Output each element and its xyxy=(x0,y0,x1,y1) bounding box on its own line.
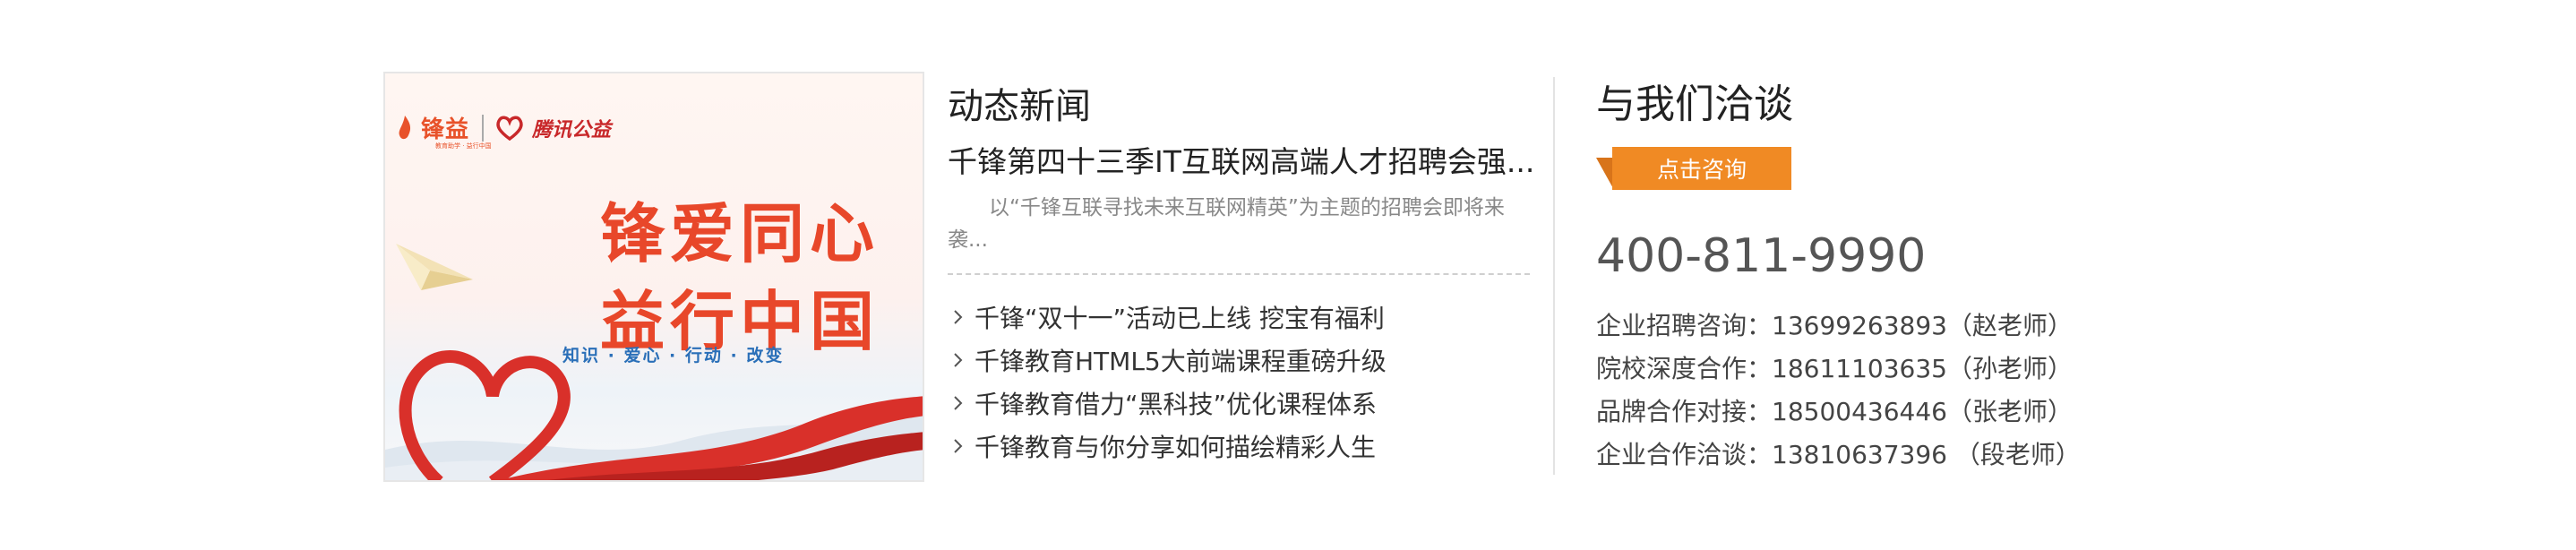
chevron-right-icon xyxy=(954,396,963,410)
news-list-item[interactable]: 千锋教育借力“黑科技”优化课程体系 xyxy=(948,382,1387,425)
hotline-number: 400-811-9990 xyxy=(1596,229,1927,283)
flame-logo-icon xyxy=(399,115,411,139)
chevron-right-icon xyxy=(954,353,963,367)
news-item-label: 千锋教育HTML5大前端课程重磅升级 xyxy=(975,347,1387,376)
charity-banner[interactable]: 锋益 腾讯公益 教育助学 · 益行中国 锋爱同心 益行中国 知识 · 爱心 · … xyxy=(383,72,924,482)
logo-divider xyxy=(482,114,485,142)
news-item-label: 千锋“双十一”活动已上线 挖宝有福利 xyxy=(975,304,1385,333)
banner-logo-row: 锋益 腾讯公益 xyxy=(398,111,611,144)
brand-subtitle: 教育助学 · 益行中国 xyxy=(435,142,492,150)
news-item-label: 千锋教育与你分享如何描绘精彩人生 xyxy=(975,433,1377,462)
contact-section-title: 与我们洽谈 xyxy=(1596,82,1793,127)
paper-plane-icon xyxy=(396,244,473,290)
red-ribbon-heart-illustration xyxy=(385,350,923,480)
news-list: 千锋“双十一”活动已上线 挖宝有福利 千锋教育HTML5大前端课程重磅升级 千锋… xyxy=(948,296,1387,468)
news-list-item[interactable]: 千锋教育与你分享如何描绘精彩人生 xyxy=(948,425,1387,468)
contact-enterprise-cooperation: 企业合作洽谈：13810637396 （段老师） xyxy=(1596,440,2081,469)
consult-button[interactable]: 点击咨询 xyxy=(1612,147,1791,190)
news-list-item[interactable]: 千锋“双十一”活动已上线 挖宝有福利 xyxy=(948,296,1387,339)
news-summary: 以“千锋互联寻找未来互联网精英”为主题的招聘会即将来袭... xyxy=(948,196,1505,252)
news-section-title: 动态新闻 xyxy=(948,86,1091,127)
button-tail-decoration xyxy=(1596,158,1614,190)
tencent-charity-heart-icon xyxy=(496,116,523,141)
partner-name: 腾讯公益 xyxy=(532,118,612,142)
brand-name: 锋益 xyxy=(421,116,470,143)
chevron-right-icon xyxy=(954,439,963,453)
contact-school-cooperation: 院校深度合作：18611103635（孙老师） xyxy=(1596,354,2073,383)
news-headline-link[interactable]: 千锋第四十三季IT互联网高端人才招聘会强... xyxy=(948,138,1534,181)
news-dashed-divider xyxy=(948,273,1530,275)
contact-brand-cooperation: 品牌合作对接：18500436446（张老师） xyxy=(1596,397,2073,426)
section-divider xyxy=(1553,77,1555,475)
news-item-label: 千锋教育借力“黑科技”优化课程体系 xyxy=(975,390,1378,419)
chevron-right-icon xyxy=(954,310,963,324)
contact-list: 企业招聘咨询：13699263893（赵老师） 院校深度合作：186111036… xyxy=(1596,303,2081,475)
news-list-item[interactable]: 千锋教育HTML5大前端课程重磅升级 xyxy=(948,339,1387,382)
slogan-line-1: 锋爱同心 xyxy=(600,196,880,271)
contact-recruitment: 企业招聘咨询：13699263893（赵老师） xyxy=(1596,311,2073,340)
